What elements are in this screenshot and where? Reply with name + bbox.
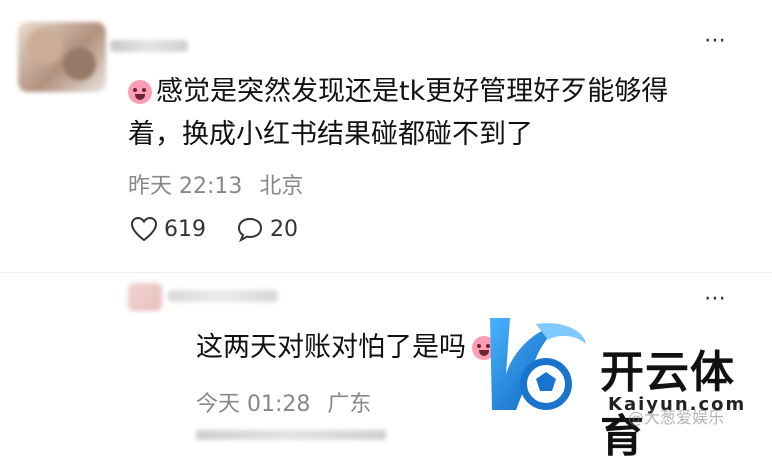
speech-bubble-icon	[237, 217, 263, 242]
reply-location: 广东	[327, 392, 372, 417]
next-item-blur	[196, 430, 386, 440]
like-button[interactable]: 619	[130, 216, 206, 242]
divider	[0, 272, 772, 273]
reply-avatar[interactable]	[128, 283, 162, 311]
comment-body: 感觉是突然发现还是tk更好管理好歹能够得着，换成小红书结果碰都碰不到了	[128, 70, 688, 156]
kaiyun-logo-icon	[490, 318, 586, 410]
comment-text: 感觉是突然发现还是tk更好管理好歹能够得着，换成小红书结果碰都碰不到了	[128, 76, 669, 150]
comment-location: 北京	[259, 174, 304, 199]
heart-outline-icon	[130, 216, 158, 242]
comment-actions: 619 20	[130, 216, 328, 242]
reply-body: 这两天对账对怕了是吗	[196, 330, 500, 366]
commenter-name[interactable]	[110, 40, 188, 52]
reply-count: 20	[270, 216, 298, 242]
reply-meta: 今天 01:28 广东	[196, 386, 371, 418]
comment-date: 昨天 22:13	[128, 174, 243, 199]
watermark: @大葱爱娱乐	[628, 408, 725, 427]
comment-meta: 昨天 22:13 北京	[128, 168, 303, 200]
reply-button[interactable]: 20	[236, 216, 298, 242]
reply-more-options-icon[interactable]: ⋯	[704, 288, 728, 310]
commenter-avatar[interactable]	[18, 22, 106, 92]
reply-text: 这两天对账对怕了是吗	[196, 332, 466, 363]
crying-face-icon	[128, 80, 152, 104]
like-count: 619	[164, 216, 206, 242]
reply-author-name[interactable]	[168, 290, 278, 302]
reply-date: 今天 01:28	[196, 392, 311, 417]
more-options-icon[interactable]: ⋯	[704, 30, 728, 52]
